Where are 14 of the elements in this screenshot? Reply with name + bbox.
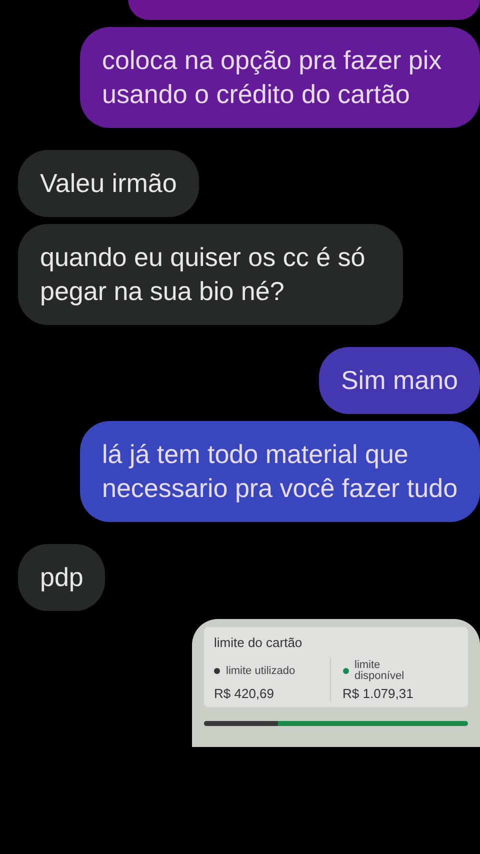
sent-message: Sim mano bbox=[318, 347, 480, 414]
sent-message: coloca na opção pra fazer pix usando o crédito do cartão bbox=[80, 27, 480, 128]
received-message: Valeu irmão bbox=[18, 150, 199, 217]
available-label: limite disponível bbox=[354, 660, 406, 682]
received-message: pdp bbox=[18, 544, 106, 611]
used-label: limite utilizado bbox=[226, 665, 296, 677]
dot-icon bbox=[214, 668, 220, 674]
card-limit-screenshot[interactable]: limite do cartão limite utilizado R$ 420,69 limite disponível R$ 1.079,31 bbox=[192, 619, 480, 747]
received-message: quando eu quiser os cc é só pegar na sua bio né? bbox=[18, 224, 403, 325]
available-value: R$ 1.079,31 bbox=[342, 686, 414, 701]
dot-icon bbox=[342, 668, 348, 674]
card-title: limite do cartão bbox=[214, 635, 304, 650]
used-value: R$ 420,69 bbox=[214, 686, 275, 701]
sent-message: lá já tem todo material que necessario pra você fazer tudo bbox=[80, 421, 480, 522]
